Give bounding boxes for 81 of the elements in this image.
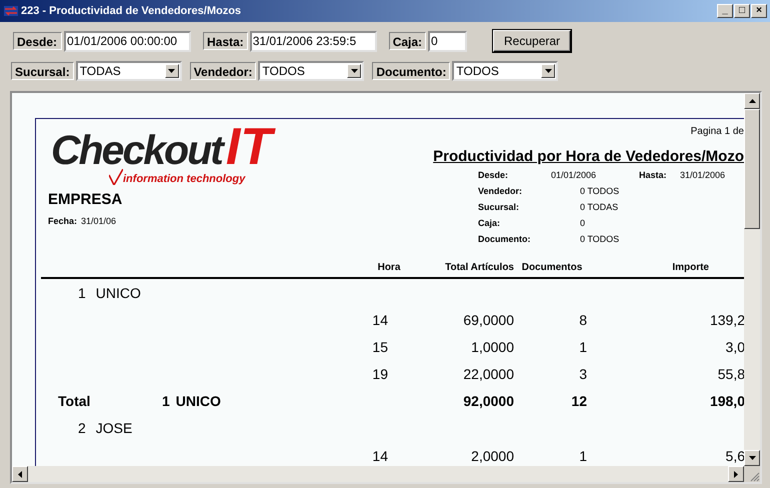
date-value: 31/01/06	[81, 216, 116, 226]
left-arrow-icon	[18, 470, 22, 478]
scroll-right-button[interactable]	[728, 466, 744, 482]
table-cell-text: 1,0000	[470, 338, 514, 354]
table-cell-text: 5,6	[724, 448, 744, 464]
table-cell-text: 15	[371, 338, 389, 354]
close-button[interactable]: ×	[751, 4, 767, 18]
dropdown[interactable]: TODAS	[76, 61, 182, 81]
table-cell-text: 1	[578, 338, 588, 354]
dropdown-value: TODOS	[455, 64, 500, 78]
page-number: Pagina 1 de	[690, 126, 744, 139]
group-number: 1	[78, 284, 86, 300]
recuperar-button[interactable]: Recuperar	[493, 30, 572, 52]
table-cell-text: 139,2	[708, 312, 744, 328]
window-icon	[4, 5, 18, 17]
resize-grip-icon	[744, 466, 760, 482]
date-label: Fecha:	[48, 216, 78, 226]
dropdown-value: TODOS	[261, 64, 306, 78]
right-arrow-icon	[734, 470, 738, 478]
maximize-button[interactable]: □	[734, 4, 750, 18]
group-number: 2	[78, 420, 86, 436]
table-cell-text: 8	[578, 312, 588, 328]
table-cell-text: 69,0000	[462, 312, 514, 328]
table-cell-text: 22,0000	[462, 366, 514, 382]
logo-tagline: information technology	[123, 173, 246, 185]
field-label: Caja:	[388, 32, 426, 50]
table-cell-text: 3,0	[724, 338, 744, 354]
column-header: Total Artículos	[444, 262, 514, 272]
field-label: Desde:	[13, 32, 62, 50]
table-cell-text: 3	[578, 366, 588, 382]
scroll-down-button[interactable]	[744, 450, 760, 466]
group-number: 1	[162, 392, 170, 408]
table-cell-text: 19	[371, 366, 389, 382]
param-label: Hasta:	[639, 170, 668, 180]
scroll-up-button[interactable]	[744, 93, 760, 109]
table-cell-text: 92,0000	[462, 392, 514, 408]
field-label: Vendedor:	[190, 62, 256, 80]
input-field[interactable]: 0	[428, 30, 468, 52]
field-label: Sucursal:	[11, 62, 74, 80]
table-cell-text: 14	[371, 312, 389, 328]
input-field[interactable]: 01/01/2006 00:00:00	[64, 30, 191, 52]
param-label: Sucursal:	[478, 202, 520, 212]
column-header: Documentos	[520, 262, 584, 272]
group-name: UNICO	[176, 392, 221, 408]
param-label: Documento:	[478, 234, 532, 244]
table-cell-text: 198,0	[708, 392, 744, 408]
param-label: Desde:	[478, 170, 510, 180]
param-value: 0 TODOS	[580, 186, 620, 196]
table-cell-text: 1	[578, 448, 588, 464]
param-label: Caja:	[478, 218, 502, 228]
column-header: Hora	[376, 262, 402, 272]
scroll-left-button[interactable]	[12, 466, 28, 482]
check-mark-icon	[109, 169, 123, 185]
dropdown[interactable]: TODOS	[258, 61, 364, 81]
input-field[interactable]: 31/01/2006 23:59:5	[250, 30, 377, 52]
param-value: 0 TODAS	[580, 202, 618, 212]
window-title: 223 - Productividad de Vendedores/Mozos	[21, 5, 242, 17]
column-header: Importe	[671, 262, 710, 272]
dropdown-value: TODAS	[78, 64, 122, 78]
param-label: Vendedor:	[478, 186, 524, 196]
down-arrow-icon	[748, 456, 756, 460]
up-arrow-icon	[748, 99, 756, 103]
dropdown[interactable]: TODOS	[452, 61, 558, 81]
table-cell-text: 14	[371, 448, 389, 464]
minimize-button[interactable]: _	[717, 4, 733, 18]
scroll-thumb[interactable]	[744, 109, 760, 229]
param-value: 0	[580, 218, 586, 228]
group-name: JOSE	[96, 420, 132, 436]
param-value: 01/01/2006	[551, 170, 598, 180]
group-name: UNICO	[96, 284, 141, 300]
param-value: 0 TODOS	[580, 234, 620, 244]
table-cell-text: 55,8	[716, 366, 744, 382]
field-label: Documento:	[372, 62, 450, 80]
total-label: Total	[58, 392, 92, 408]
company-name: EMPRESA	[48, 191, 124, 208]
table-cell-text: 12	[570, 392, 588, 408]
logo-text: Checkout	[51, 127, 222, 174]
report-title: Productividad por Hora de Vededores/Mozo	[433, 148, 744, 165]
field-label: Hasta:	[203, 32, 248, 50]
param-value: 31/01/2006	[680, 170, 726, 180]
table-cell-text: 2,0000	[470, 448, 514, 464]
